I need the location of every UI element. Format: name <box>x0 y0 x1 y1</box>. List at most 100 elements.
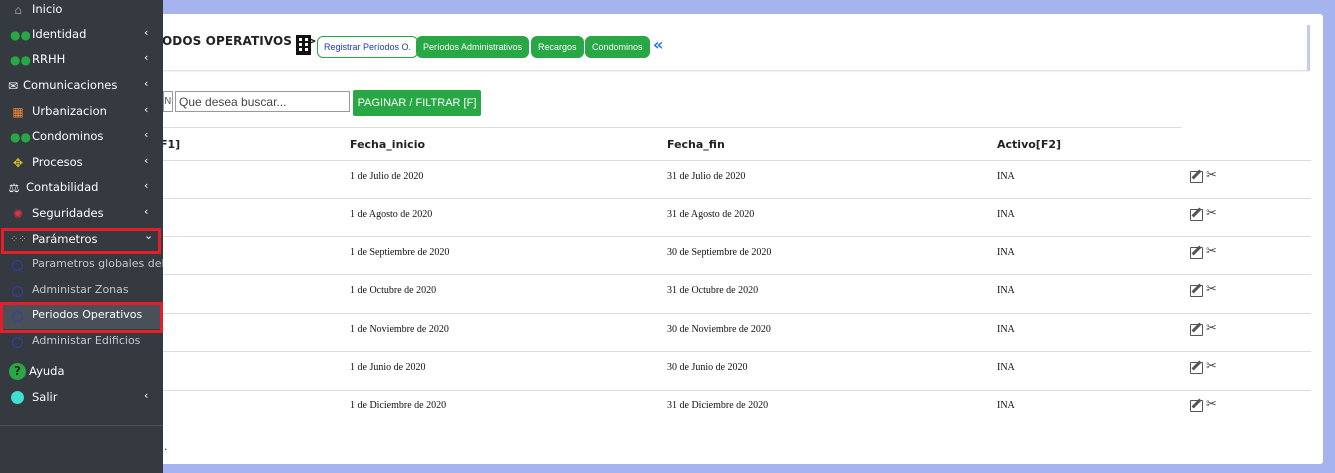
sidebar-item-seguridades[interactable]: ✺ Seguridades ‹ <box>0 202 163 227</box>
sidebar-item-procesos[interactable]: ✥ Procesos ‹ <box>0 151 163 176</box>
row-actions: ✂ <box>1190 282 1222 298</box>
table-divider <box>150 198 1311 199</box>
paginar-filtrar-button[interactable]: PAGINAR / FILTRAR [F] <box>353 90 481 116</box>
cell-fecha-fin: 30 de Junio de 2020 <box>667 362 748 373</box>
sidebar-item-label: Inicio <box>32 2 63 16</box>
sidebar-item-ayuda[interactable]: ? Ayuda <box>0 360 163 385</box>
edit-icon[interactable] <box>1190 400 1203 412</box>
cell-activo: INA <box>997 209 1015 220</box>
sidebar-subitem-administar-zonas[interactable]: Administar Zonas <box>0 279 163 304</box>
edit-icon[interactable] <box>1190 362 1203 374</box>
sidebar-item-label: Administar Edificios <box>32 334 141 347</box>
envelope-open-icon: ✉ <box>7 79 19 93</box>
page-title: ODOS OPERATIVOS >> <box>162 34 317 48</box>
sidebar-subitem-administar-edificios[interactable]: Administar Edificios <box>0 330 163 355</box>
sidebar-item-comunicaciones[interactable]: ✉ Comunicaciones ‹ <box>0 74 163 99</box>
sidebar-item-rrhh[interactable]: ●● RRHH ‹ <box>0 48 163 73</box>
edit-icon[interactable] <box>1190 285 1203 297</box>
sidebar-item-label: Comunicaciones <box>23 78 118 92</box>
cell-fecha-inicio: 1 de Septiembre de 2020 <box>350 247 450 258</box>
row-actions: ✂ <box>1190 321 1222 337</box>
cell-activo: INA <box>997 285 1015 296</box>
table-divider <box>150 274 1311 275</box>
building-icon <box>296 35 311 55</box>
scissors-icon[interactable]: ✂ <box>1206 168 1217 183</box>
table-divider <box>150 313 1311 314</box>
cell-fecha-inicio: 1 de Noviembre de 2020 <box>350 324 449 335</box>
row-actions: ✂ <box>1190 359 1222 375</box>
sidebar-item-label: Salir <box>32 390 58 404</box>
periodos-administrativos-button[interactable]: Períodos Administrativos <box>416 36 530 58</box>
edit-icon[interactable] <box>1190 209 1203 221</box>
scissors-icon[interactable]: ✂ <box>1206 359 1217 374</box>
chevron-left-icon: ‹ <box>144 77 149 90</box>
home-icon: ⌂ <box>14 3 22 17</box>
cell-activo: INA <box>997 247 1015 258</box>
edit-icon[interactable] <box>1190 171 1203 183</box>
sidebar-item-label: RRHH <box>32 52 66 66</box>
cell-fecha-inicio: 1 de Diciembre de 2020 <box>350 400 447 411</box>
table-top-border <box>150 127 1182 128</box>
chevron-left-icon: ‹ <box>144 128 149 141</box>
scissors-icon[interactable]: ✂ <box>1206 244 1217 259</box>
question-icon: ? <box>9 363 26 380</box>
sidebar-divider <box>0 425 163 426</box>
sidebar-item-label: Seguridades <box>32 206 104 220</box>
row-actions: ✂ <box>1190 206 1222 222</box>
sidebar-item-label: Administar Zonas <box>32 283 129 296</box>
scissors-icon[interactable]: ✂ <box>1206 282 1217 297</box>
cell-fecha-fin: 31 de Julio de 2020 <box>667 171 746 182</box>
condominos-button[interactable]: Condominos <box>585 36 650 58</box>
sidebar-item-salir[interactable]: Salir ‹ <box>0 386 163 411</box>
column-header-id[interactable]: F1] <box>160 138 180 151</box>
search-input[interactable] <box>175 91 350 112</box>
sidebar-item-urbanizacion[interactable]: ▦ Urbanizacion ‹ <box>0 100 163 125</box>
registrar-periodos-button[interactable]: Registrar Períodos O. <box>317 36 419 58</box>
table-divider <box>150 236 1311 237</box>
chevron-left-icon: ‹ <box>144 389 149 402</box>
sidebar-item-label: Contabilidad <box>26 180 99 194</box>
recargos-button[interactable]: Recargos <box>531 36 584 58</box>
table-divider <box>150 160 1311 161</box>
sidebar-item-label: Parametros globales del s <box>32 257 163 270</box>
cell-fecha-fin: 31 de Octubre de 2020 <box>667 285 759 296</box>
page-header: ODOS OPERATIVOS >> Registrar Períodos O.… <box>150 25 1310 71</box>
chevron-left-icon: ‹ <box>144 179 149 192</box>
cell-fecha-inicio: 1 de Julio de 2020 <box>350 171 424 182</box>
scissors-icon[interactable]: ✂ <box>1206 206 1217 221</box>
edit-icon[interactable] <box>1190 247 1203 259</box>
scissors-icon[interactable]: ✂ <box>1206 397 1217 412</box>
sidebar-item-condominos[interactable]: ●● Condominos ‹ <box>0 125 163 150</box>
sidebar-item-label: Condominos <box>32 129 104 143</box>
collapse-chevrons-icon[interactable]: « <box>653 35 664 54</box>
sidebar-item-label: Identidad <box>32 27 87 41</box>
circle-icon <box>11 391 24 404</box>
cell-fecha-inicio: 1 de Octubre de 2020 <box>350 285 437 296</box>
row-actions: ✂ <box>1190 168 1222 184</box>
building-icon: ▦ <box>12 105 24 119</box>
cell-fecha-fin: 31 de Diciembre de 2020 <box>667 400 769 411</box>
circle-icon <box>12 337 23 348</box>
cell-fecha-fin: 30 de Septiembre de 2020 <box>667 247 772 258</box>
balance-scale-icon: ⚖ <box>8 181 20 195</box>
column-header-fecha-inicio[interactable]: Fecha_inicio <box>350 138 425 151</box>
table-divider <box>150 390 1311 391</box>
users-icon: ●● <box>10 28 31 42</box>
sidebar-item-identidad[interactable]: ●● Identidad ‹ <box>0 23 163 48</box>
page-size-box[interactable]: N <box>163 91 173 112</box>
sidebar-subitem-parametros-globales[interactable]: Parametros globales del s <box>0 253 163 278</box>
sidebar: ⌂ Inicio ●● Identidad ‹ ●● RRHH ‹ ✉ Comu… <box>0 0 163 473</box>
cell-activo: INA <box>997 171 1015 182</box>
column-header-activo[interactable]: Activo[F2] <box>997 138 1061 151</box>
sidebar-item-label: Urbanizacion <box>32 104 107 118</box>
sidebar-item-contabilidad[interactable]: ⚖ Contabilidad ‹ <box>0 176 163 201</box>
cell-fecha-inicio: 1 de Agosto de 2020 <box>350 209 433 220</box>
column-header-fecha-fin[interactable]: Fecha_fin <box>667 138 725 151</box>
content-card <box>150 14 1323 464</box>
arrows-icon: ✥ <box>12 156 24 170</box>
scissors-icon[interactable]: ✂ <box>1206 321 1217 336</box>
sidebar-item-inicio[interactable]: ⌂ Inicio <box>0 0 163 23</box>
users-icon: ●● <box>10 53 31 67</box>
row-actions: ✂ <box>1190 244 1222 260</box>
edit-icon[interactable] <box>1190 324 1203 336</box>
